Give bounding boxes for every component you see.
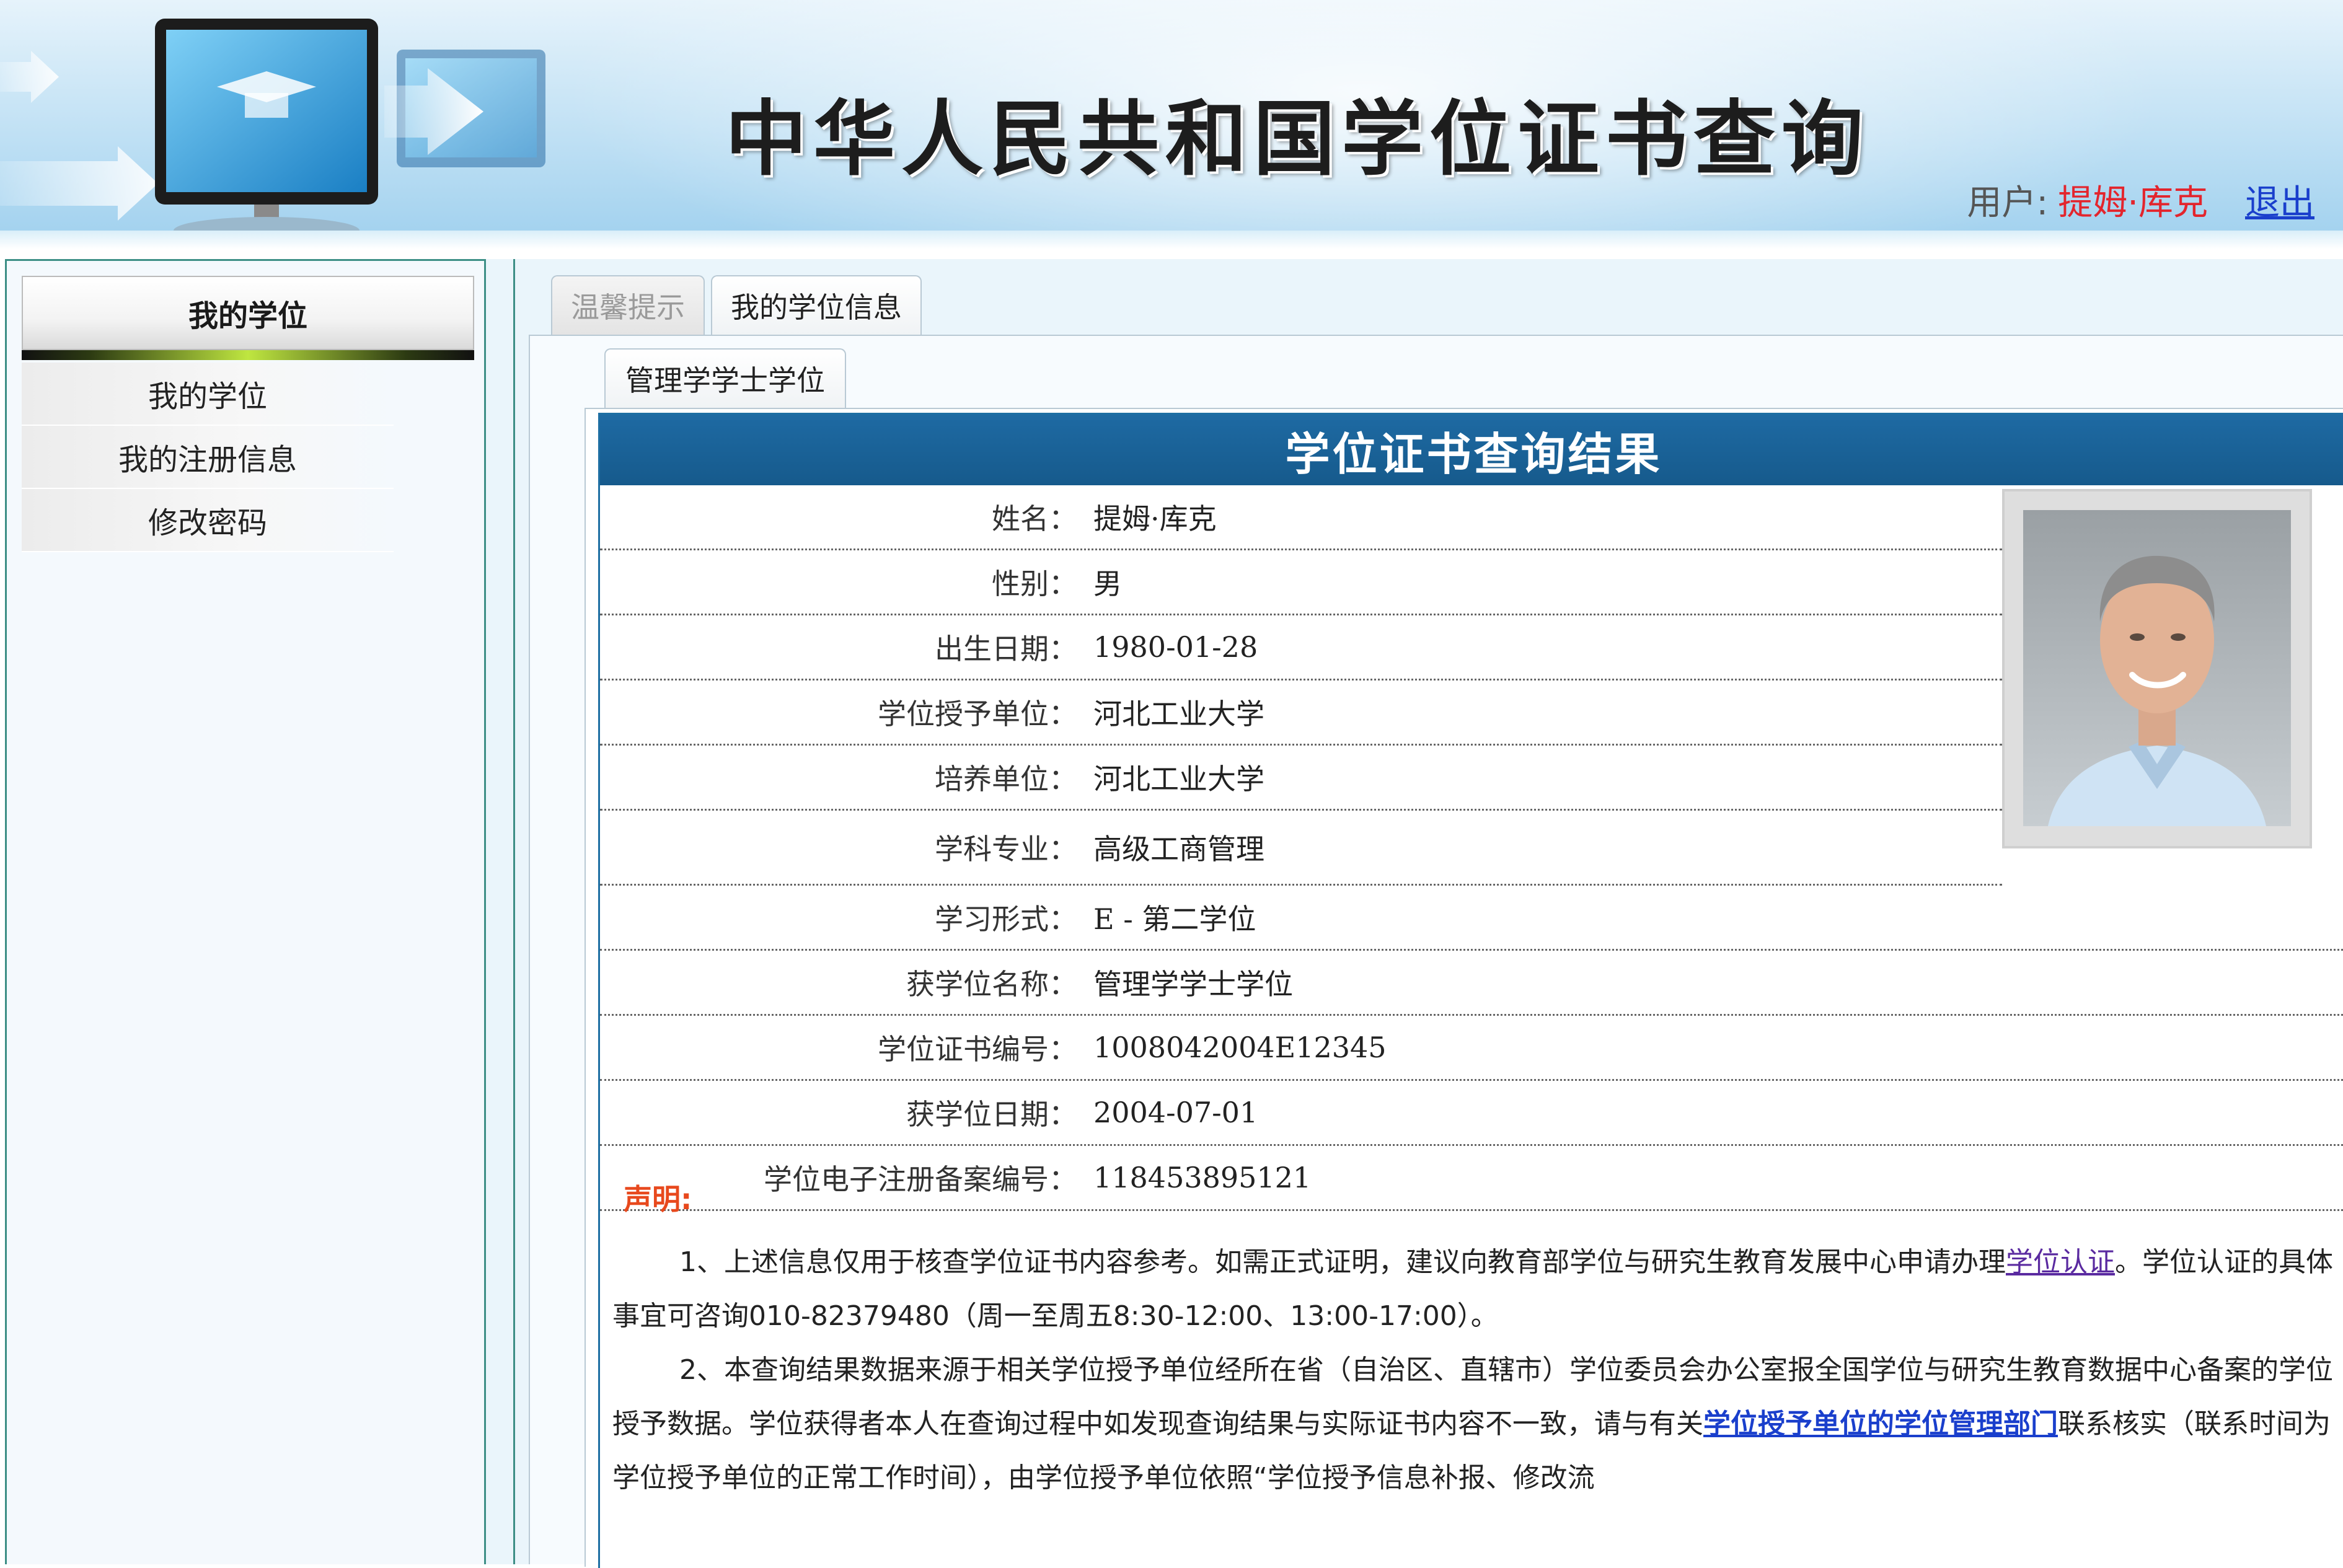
- row-label: 学位证书编号：: [878, 1033, 1077, 1066]
- tab-my-degree-info[interactable]: 我的学位信息: [711, 275, 922, 335]
- sidebar-item-my-degree[interactable]: 我的学位: [22, 363, 394, 426]
- row-value: 1008042004E12345: [1093, 1031, 1387, 1064]
- info-row-degree-name: 获学位名称： 管理学学士学位: [600, 951, 2343, 1016]
- content-frame: 学位证书查询结果 姓名： 提姆·库克 性别： 男 出生日期： 1980-01-2…: [585, 408, 2343, 1568]
- info-row-major: 学科专业： 高级工商管理: [600, 811, 2002, 886]
- row-value: 河北工业大学: [1093, 697, 1264, 731]
- row-value: 118453895121: [1093, 1161, 1312, 1194]
- row-value: 男: [1093, 567, 1122, 601]
- holder-photo: [2023, 510, 2291, 826]
- row-label: 学科专业：: [935, 832, 1077, 866]
- row-label: 姓名：: [992, 502, 1077, 535]
- declaration-title: 声明:: [624, 1183, 692, 1216]
- row-label: 获学位名称：: [906, 967, 1077, 1001]
- logout-link[interactable]: 退出: [2245, 183, 2314, 223]
- info-row-study-mode: 学习形式： E - 第二学位: [600, 886, 2343, 951]
- tab-content-panel: 管理学学士学位 学位证书查询结果 姓名： 提姆·库克 性别： 男 出生日期： 1…: [529, 335, 2343, 1568]
- sidebar: 我的学位 我的学位 我的注册信息 修改密码: [5, 259, 486, 1564]
- declaration-text: 1、上述信息仅用于核查学位证书内容参考。如需正式证明，建议向教育部学位与研究生教…: [679, 1246, 2006, 1278]
- tab-tips[interactable]: 温馨提示: [551, 275, 705, 335]
- row-label: 出生日期：: [935, 632, 1077, 666]
- row-label: 学位授予单位：: [878, 697, 1077, 731]
- main-panel: 温馨提示 我的学位信息 管理学学士学位 学位证书查询结果 姓名： 提姆·库克 性…: [513, 259, 2343, 1568]
- result-box: 学位证书查询结果 姓名： 提姆·库克 性别： 男 出生日期： 1980-01-2…: [598, 413, 2343, 1568]
- declaration-paragraph-1: 1、上述信息仅用于核查学位证书内容参考。如需正式证明，建议向教育部学位与研究生教…: [612, 1235, 2342, 1343]
- page-header: 中华人民共和国学位证书查询 用户: 提姆·库克 退出: [0, 0, 2343, 249]
- row-label: 性别：: [992, 567, 1077, 601]
- info-row-birthdate: 出生日期： 1980-01-28: [600, 615, 2002, 680]
- degree-management-dept-link[interactable]: 学位授予单位的学位管理部门: [1703, 1408, 2058, 1440]
- row-label: 学习形式：: [935, 902, 1077, 936]
- user-name: 提姆·库克: [2058, 183, 2208, 223]
- header-bottom-band: [0, 231, 2343, 249]
- user-bar: 用户: 提姆·库克 退出: [1967, 175, 2314, 225]
- row-value: 河北工业大学: [1093, 762, 1264, 796]
- row-label: 获学位日期：: [906, 1098, 1077, 1131]
- sidebar-item-registration-info[interactable]: 我的注册信息: [22, 426, 394, 489]
- degree-certification-link[interactable]: 学位认证: [2006, 1246, 2115, 1278]
- info-row-gender: 性别： 男: [600, 550, 2002, 615]
- info-row-awarding-institution: 学位授予单位： 河北工业大学: [600, 680, 2002, 746]
- sidebar-item-change-password[interactable]: 修改密码: [22, 489, 394, 552]
- info-row-certificate-number: 学位证书编号： 1008042004E12345: [600, 1016, 2343, 1081]
- row-value: 2004-07-01: [1093, 1096, 1258, 1129]
- info-row-training-institution: 培养单位： 河北工业大学: [600, 746, 2002, 811]
- row-value: 管理学学士学位: [1093, 967, 1293, 1001]
- row-value: 1980-01-28: [1093, 630, 1258, 664]
- result-title: 学位证书查询结果: [600, 415, 2343, 485]
- row-value: 高级工商管理: [1093, 832, 1264, 866]
- photo-frame: [2002, 489, 2312, 848]
- user-label: 用户:: [1967, 183, 2049, 223]
- row-value: 提姆·库克: [1093, 502, 1217, 535]
- info-row-award-date: 获学位日期： 2004-07-01: [600, 1081, 2343, 1146]
- row-value: E - 第二学位: [1093, 902, 1256, 936]
- declaration-paragraph-2: 2、本查询结果数据来源于相关学位授予单位经所在省（自治区、直辖市）学位委员会办公…: [612, 1343, 2342, 1505]
- info-row-name: 姓名： 提姆·库克: [600, 485, 2002, 550]
- site-title: 中华人民共和国学位证书查询: [725, 92, 1869, 187]
- info-row-registration-number: 学位电子注册备案编号： 118453895121: [600, 1146, 2343, 1211]
- subtab-degree[interactable]: 管理学学士学位: [604, 348, 846, 408]
- sidebar-title: 我的学位: [22, 276, 474, 350]
- layout-gap: [486, 259, 513, 1564]
- header-monitor-illustration: [0, 19, 545, 244]
- row-label: 培养单位：: [935, 762, 1077, 796]
- sidebar-title-underline: [22, 350, 474, 360]
